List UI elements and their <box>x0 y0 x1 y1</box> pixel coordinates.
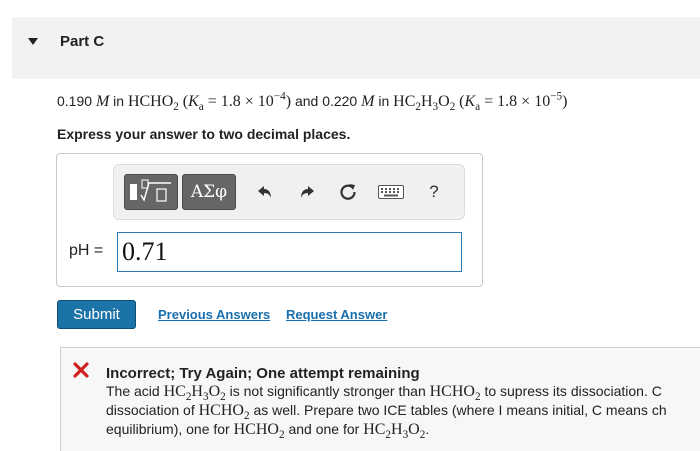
reset-icon <box>340 184 356 200</box>
redo-button[interactable] <box>294 179 318 205</box>
keyboard-icon <box>378 185 404 199</box>
templates-icon <box>130 179 171 202</box>
instruction-text: Express your answer to two decimal place… <box>57 126 351 142</box>
feedback-line-3: equilibrium), one for HCHO2 and one for … <box>106 421 430 442</box>
feedback-title: Incorrect; Try Again; One attempt remain… <box>106 365 420 382</box>
reset-button[interactable] <box>336 179 360 205</box>
request-answer-link[interactable]: Request Answer <box>286 307 387 322</box>
math-toolbar: ΑΣφ ? <box>113 164 465 220</box>
ph-label: pH = <box>69 242 104 259</box>
redo-icon <box>301 186 314 198</box>
ph-answer-input[interactable]: 0.71 <box>117 232 462 272</box>
x-icon <box>73 362 89 378</box>
help-button[interactable]: ? <box>422 179 446 205</box>
keyboard-button[interactable] <box>376 179 406 205</box>
part-title: Part C <box>60 33 105 50</box>
previous-answers-link[interactable]: Previous Answers <box>158 307 270 322</box>
templates-button[interactable] <box>124 174 178 210</box>
question-text: 0.190 M in HCHO2 (Ka = 1.8 × 10−4) and 0… <box>57 90 568 114</box>
part-header[interactable] <box>12 17 700 79</box>
feedback-line-1: The acid HC2H3O2 is not significantly st… <box>106 383 662 404</box>
feedback-line-2: dissociation of HCHO2 as well. Prepare t… <box>106 402 667 423</box>
greek-symbols-button[interactable]: ΑΣφ <box>182 174 236 210</box>
submit-button[interactable]: Submit <box>57 300 136 329</box>
undo-button[interactable] <box>254 179 278 205</box>
undo-icon <box>258 186 271 198</box>
collapse-caret-icon[interactable] <box>28 38 38 45</box>
